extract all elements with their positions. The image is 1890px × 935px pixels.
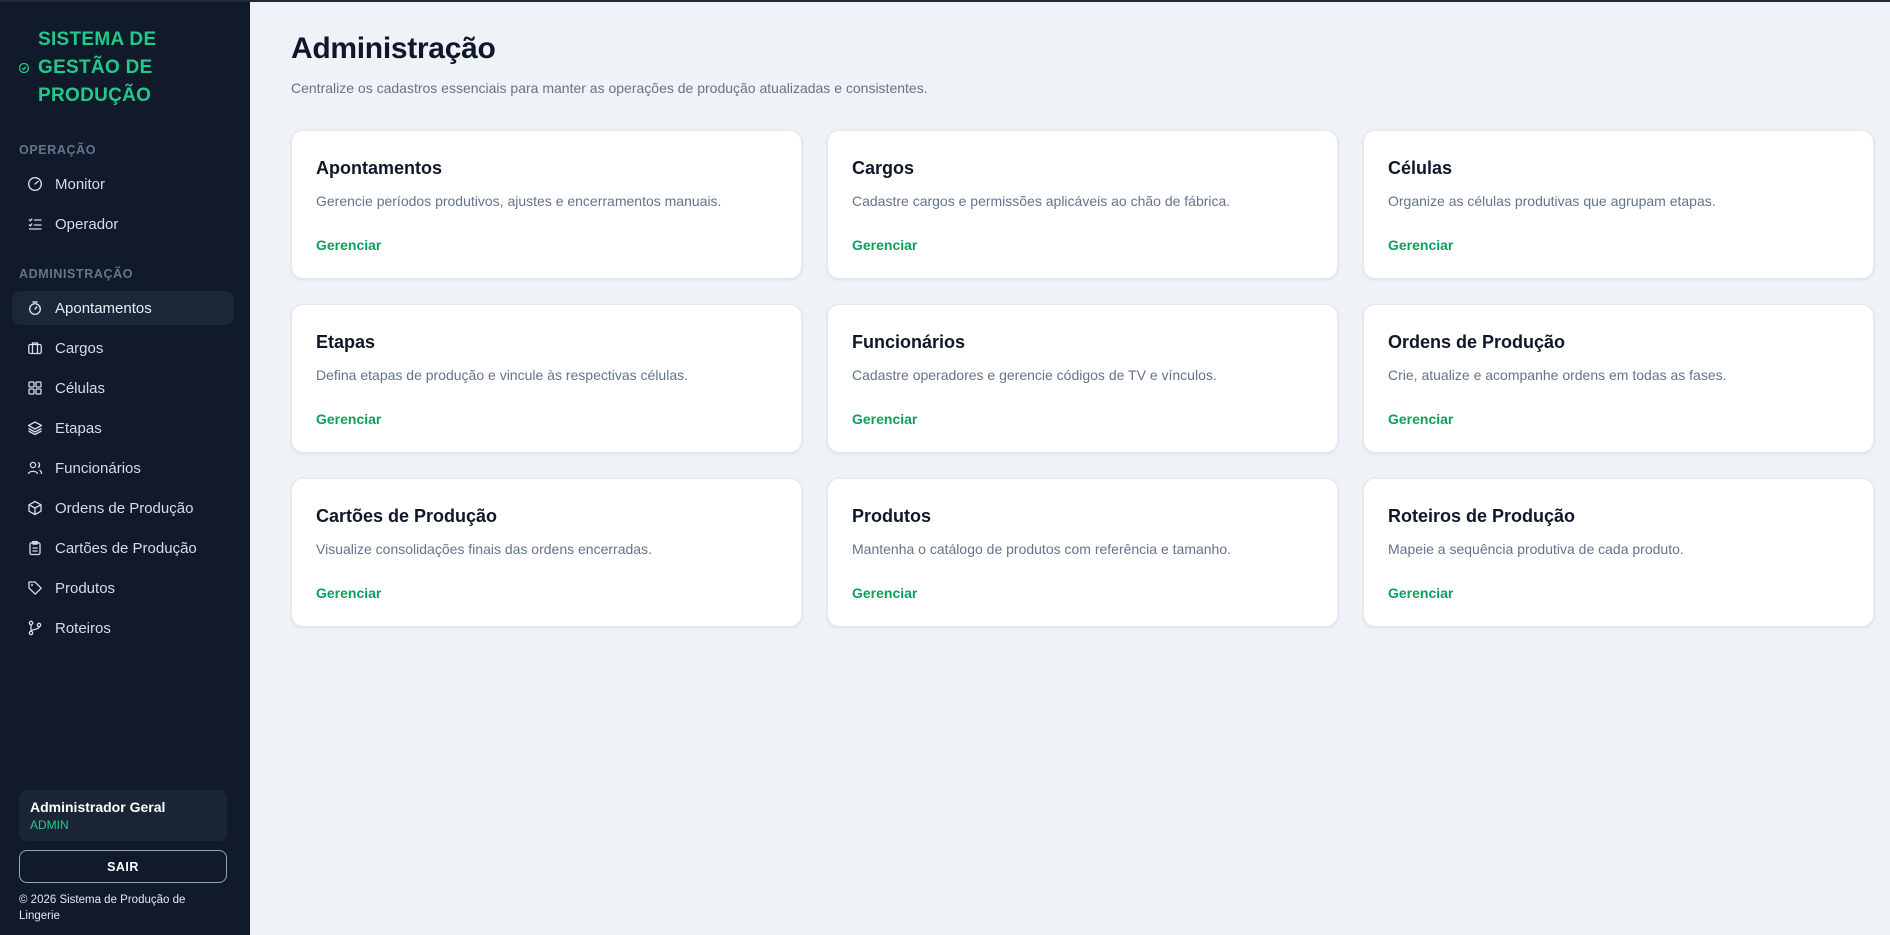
sidebar-item-label: Etapas (55, 419, 102, 437)
sidebar-item-label: Produtos (55, 579, 116, 597)
sidebar-item-cargos[interactable]: Cargos (12, 331, 234, 365)
manage-link[interactable]: Gerenciar (316, 585, 381, 601)
page-title: Administração (291, 32, 496, 65)
layers-icon (27, 421, 43, 436)
card-title: Roteiros de Produção (1388, 506, 1576, 526)
user-role: ADMIN (30, 818, 69, 832)
sidebar-item-label: Operador (55, 215, 119, 233)
section-label-operacao: OPERAÇÃO (19, 143, 97, 157)
card-description: Mantenha o catálogo de produtos com refe… (852, 541, 1232, 557)
sidebar-item-funcionarios[interactable]: Funcionários (12, 451, 234, 485)
section-label-administracao: ADMINISTRAÇÃO (19, 267, 134, 281)
sidebar-item-label: Apontamentos (55, 299, 152, 317)
card-description: Cadastre cargos e permissões aplicáveis … (852, 193, 1231, 209)
check-circle-icon (18, 62, 30, 74)
sidebar-item-ordens-de-producao[interactable]: Ordens de Produção (12, 491, 234, 525)
manage-link[interactable]: Gerenciar (852, 585, 917, 601)
users-icon (27, 461, 43, 475)
sidebar-item-roteiros[interactable]: Roteiros (12, 611, 234, 645)
list-check-icon (28, 218, 42, 230)
sidebar-item-label: Cartões de Produção (55, 539, 197, 557)
user-card: Administrador Geral ADMIN (19, 790, 227, 841)
sidebar-item-produtos[interactable]: Produtos (12, 571, 234, 605)
card-title: Ordens de Produção (1388, 332, 1566, 352)
tag-icon (28, 581, 42, 595)
package-icon (28, 500, 42, 516)
sidebar-item-monitor[interactable]: Monitor (12, 167, 234, 201)
timer-icon (28, 301, 42, 316)
card-title: Cargos (852, 158, 915, 178)
sidebar-item-label: Cargos (55, 339, 104, 357)
card-etapas: Etapas Defina etapas de produção e vincu… (291, 304, 802, 453)
manage-link[interactable]: Gerenciar (1388, 237, 1453, 253)
logout-button[interactable]: SAIR (19, 850, 227, 883)
clipboard-icon (29, 540, 41, 556)
sidebar: SISTEMA DE GESTÃO DE PRODUÇÃO OPERAÇÃO M… (0, 0, 250, 935)
card-celulas: Células Organize as células produtivas q… (1363, 130, 1874, 279)
card-title: Células (1388, 158, 1453, 178)
manage-link[interactable]: Gerenciar (316, 411, 381, 427)
sidebar-item-etapas[interactable]: Etapas (12, 411, 234, 445)
manage-link[interactable]: Gerenciar (1388, 585, 1453, 601)
card-description: Mapeie a sequência produtiva de cada pro… (1388, 541, 1684, 557)
sidebar-item-label: Ordens de Produção (55, 499, 194, 517)
gauge-icon (27, 176, 43, 192)
main-content: Administração Centralize os cadastros es… (250, 0, 1890, 935)
card-description: Gerencie períodos produtivos, ajustes e … (316, 193, 722, 209)
sidebar-item-apontamentos[interactable]: Apontamentos (12, 291, 234, 325)
card-description: Organize as células produtivas que agrup… (1388, 193, 1716, 209)
card-apontamentos: Apontamentos Gerencie períodos produtivo… (291, 130, 802, 279)
briefcase-icon (28, 342, 42, 355)
copyright: © 2026 Sistema de Produção de Lingerie (19, 894, 186, 922)
card-cartoes-de-producao: Cartões de Produção Visualize consolidaç… (291, 478, 802, 627)
card-description: Crie, atualize e acompanhe ordens em tod… (1388, 367, 1727, 383)
manage-link[interactable]: Gerenciar (852, 411, 917, 427)
card-title: Funcionários (852, 332, 966, 352)
git-branch-icon (28, 620, 42, 636)
grid-icon (28, 381, 42, 395)
card-description: Cadastre operadores e gerencie códigos d… (852, 367, 1217, 383)
card-title: Produtos (852, 506, 931, 526)
card-funcionarios: Funcionários Cadastre operadores e geren… (827, 304, 1338, 453)
window-top-border (0, 0, 1890, 2)
manage-link[interactable]: Gerenciar (852, 237, 917, 253)
user-name: Administrador Geral (30, 799, 166, 815)
card-cargos: Cargos Cadastre cargos e permissões apli… (827, 130, 1338, 279)
sidebar-item-label: Monitor (55, 175, 106, 193)
card-description: Defina etapas de produção e vincule às r… (316, 367, 688, 383)
card-description: Visualize consolidações finais das orden… (316, 541, 652, 557)
page-subtitle: Centralize os cadastros essenciais para … (291, 80, 928, 96)
card-title: Cartões de Produção (316, 506, 498, 526)
manage-link[interactable]: Gerenciar (316, 237, 381, 253)
card-title: Etapas (316, 332, 376, 352)
manage-link[interactable]: Gerenciar (1388, 411, 1453, 427)
card-roteiros-de-producao: Roteiros de Produção Mapeie a sequência … (1363, 478, 1874, 627)
brand-title: SISTEMA DE GESTÃO DE PRODUÇÃO (38, 29, 157, 106)
sidebar-item-cartoes-de-producao[interactable]: Cartões de Produção (12, 531, 234, 565)
sidebar-item-celulas[interactable]: Células (12, 371, 234, 405)
brand[interactable]: SISTEMA DE GESTÃO DE PRODUÇÃO (18, 26, 238, 110)
card-ordens-de-producao: Ordens de Produção Crie, atualize e acom… (1363, 304, 1874, 453)
sidebar-item-label: Células (55, 379, 106, 397)
sidebar-item-label: Funcionários (55, 459, 141, 477)
card-produtos: Produtos Mantenha o catálogo de produtos… (827, 478, 1338, 627)
sidebar-item-operador[interactable]: Operador (12, 207, 234, 241)
card-title: Apontamentos (316, 158, 442, 178)
sidebar-item-label: Roteiros (55, 619, 111, 637)
